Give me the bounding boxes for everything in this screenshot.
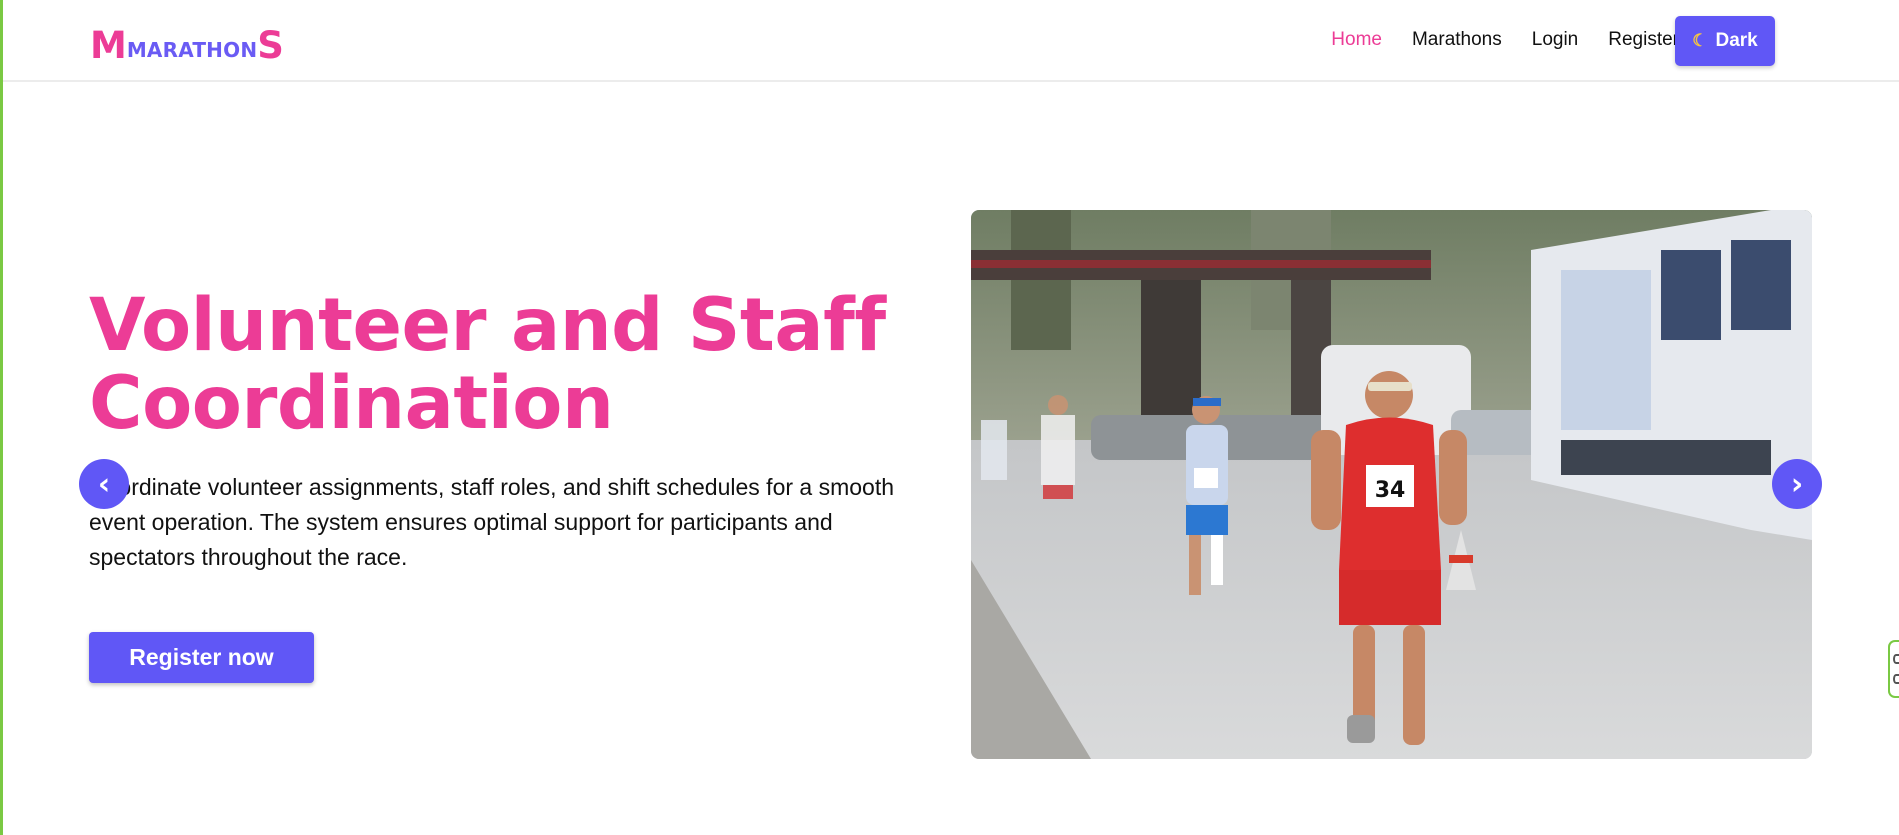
nav-login-link[interactable]: Login [1532, 29, 1579, 51]
nav-register-link[interactable]: Register [1608, 29, 1679, 51]
logo-letter-m: M [90, 24, 127, 67]
hero-title: Volunteer and Staff Coordination [89, 283, 886, 446]
dark-mode-toggle-button[interactable]: ☾ Dark [1675, 16, 1775, 66]
hero-image-marathon-runners: 34 [971, 210, 1812, 759]
moon-icon: ☾ [1692, 31, 1708, 50]
carousel-next-button[interactable]: › [1772, 459, 1822, 509]
nav-home-link[interactable]: Home [1331, 29, 1382, 51]
widget-ring-icon-2 [1893, 674, 1899, 684]
carousel-prev-button[interactable]: ‹ [79, 459, 129, 509]
dark-mode-label: Dark [1715, 30, 1758, 51]
runner-bib-number: 34 [1375, 478, 1406, 503]
register-now-button[interactable]: Register now [89, 632, 314, 683]
widget-ring-icon [1893, 654, 1899, 664]
top-navbar: M MARATHON S Home Marathons Login Regist… [3, 0, 1899, 82]
chevron-right-icon: › [1790, 466, 1804, 502]
site-logo[interactable]: M MARATHON S [90, 27, 284, 64]
nav-marathons-link[interactable]: Marathons [1412, 29, 1502, 51]
side-widget-tab[interactable] [1888, 640, 1899, 698]
chevron-left-icon: ‹ [97, 466, 111, 502]
runners-photo-illustration: 34 [971, 210, 1812, 759]
logo-letter-s: S [257, 24, 284, 67]
logo-wordmark: MARATHON [126, 38, 258, 62]
hero-description: Coordinate volunteer assignments, staff … [89, 474, 895, 570]
nav-links: Home Marathons Login Register [1331, 29, 1679, 51]
page-left-border [0, 0, 3, 835]
